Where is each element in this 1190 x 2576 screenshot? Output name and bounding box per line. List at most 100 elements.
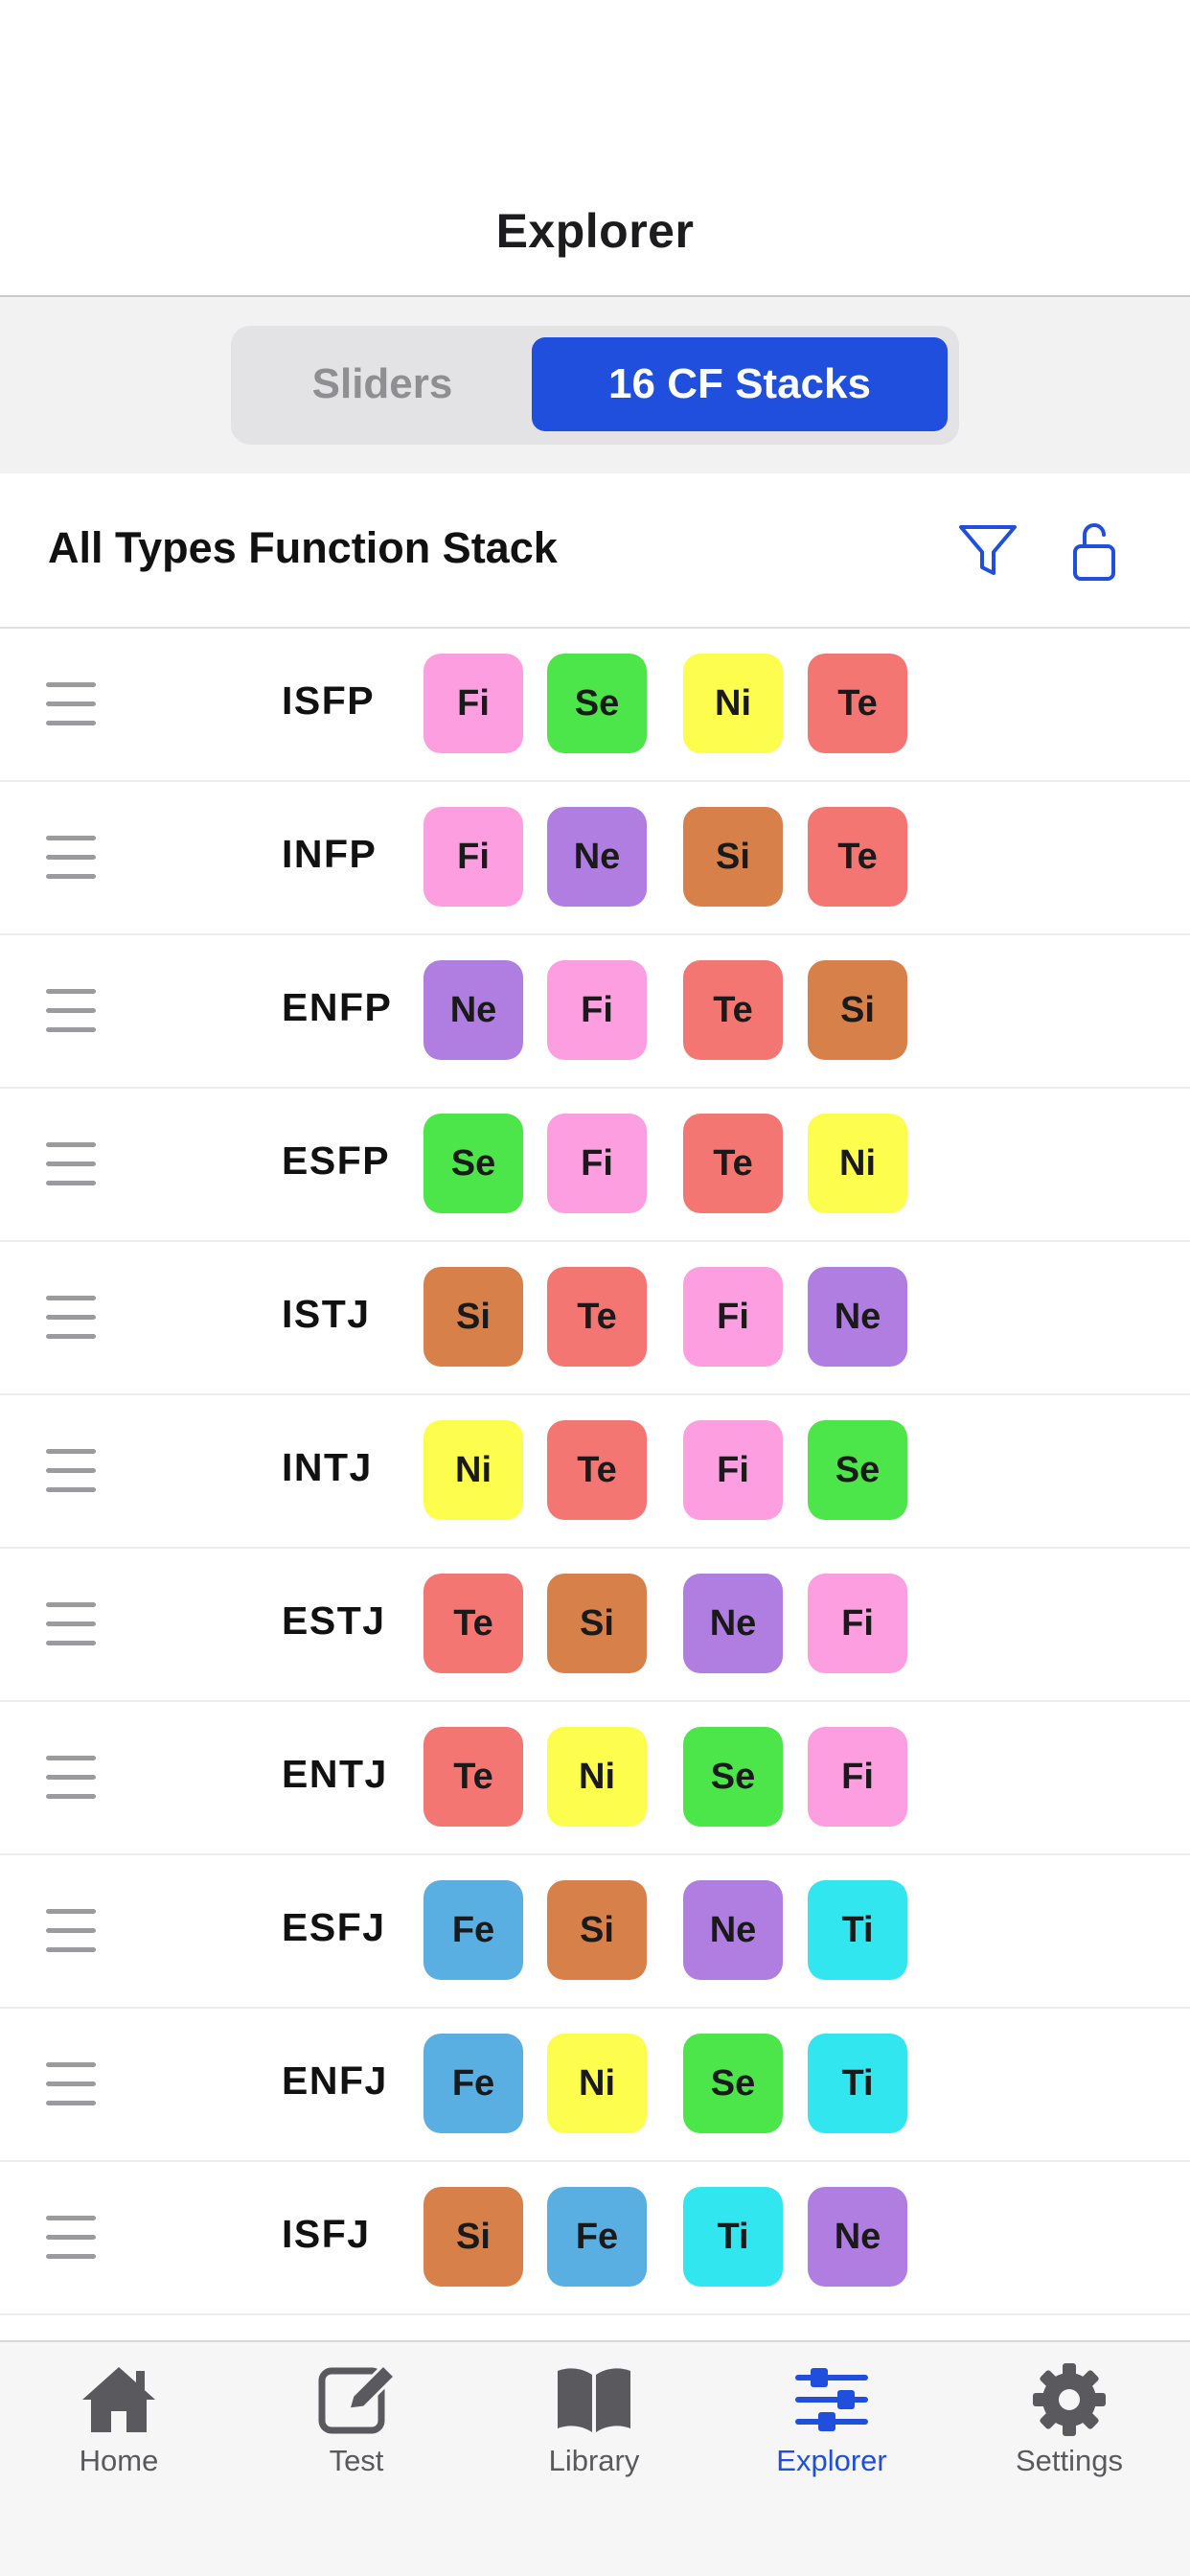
sliders-icon bbox=[795, 2368, 868, 2431]
type-row-enfj[interactable]: ENFJ Fe Ni Se Ti bbox=[0, 2009, 1190, 2162]
tab-bar: Home Test Library Explorer Settings bbox=[0, 2340, 1190, 2576]
tab-label-explorer: Explorer bbox=[776, 2444, 887, 2477]
function-badge-ne: Ne bbox=[547, 807, 647, 907]
function-badge-te: Te bbox=[808, 807, 907, 907]
function-badge-fi: Fi bbox=[683, 1420, 783, 1520]
segmented-control: Sliders 16 CF Stacks bbox=[231, 326, 959, 445]
tab-home[interactable]: Home bbox=[0, 2363, 238, 2497]
tab-explorer[interactable]: Explorer bbox=[713, 2363, 950, 2497]
function-badge-se: Se bbox=[808, 1420, 907, 1520]
tab-label-test: Test bbox=[329, 2444, 384, 2477]
function-badge-fi: Fi bbox=[423, 807, 523, 907]
segment-bar: Sliders 16 CF Stacks bbox=[0, 297, 1190, 473]
function-badge-ne: Ne bbox=[423, 960, 523, 1060]
type-label: ISFJ bbox=[282, 2212, 371, 2256]
function-badge-se: Se bbox=[683, 2034, 783, 2133]
drag-handle-icon[interactable] bbox=[46, 1602, 96, 1646]
type-row-esfp[interactable]: ESFP Se Fi Te Ni bbox=[0, 1089, 1190, 1242]
function-badge-si: Si bbox=[547, 1574, 647, 1673]
segment-cf-stacks[interactable]: 16 CF Stacks bbox=[532, 337, 948, 431]
tab-label-home: Home bbox=[79, 2444, 159, 2477]
type-label: INFP bbox=[282, 832, 378, 876]
function-badge-ni: Ni bbox=[808, 1114, 907, 1213]
function-badge-si: Si bbox=[547, 1880, 647, 1980]
home-icon bbox=[82, 2367, 155, 2432]
book-icon bbox=[558, 2368, 630, 2432]
function-badge-ne: Ne bbox=[808, 2187, 907, 2287]
drag-handle-icon[interactable] bbox=[46, 682, 96, 726]
edit-icon bbox=[318, 2363, 397, 2434]
function-badge-se: Se bbox=[423, 1114, 523, 1213]
type-label: ENFJ bbox=[282, 2058, 388, 2103]
function-badge-fi: Fi bbox=[808, 1727, 907, 1827]
type-row-infp[interactable]: INFP Fi Ne Si Te bbox=[0, 782, 1190, 935]
tab-label-library: Library bbox=[548, 2444, 640, 2477]
type-row-intj[interactable]: INTJ Ni Te Fi Se bbox=[0, 1395, 1190, 1549]
type-row-esfj[interactable]: ESFJ Fe Si Ne Ti bbox=[0, 1855, 1190, 2009]
function-badge-se: Se bbox=[683, 1727, 783, 1827]
unlock-icon[interactable] bbox=[1058, 514, 1131, 586]
function-badge-te: Te bbox=[423, 1574, 523, 1673]
type-label: ENTJ bbox=[282, 1752, 388, 1796]
function-badge-te: Te bbox=[683, 960, 783, 1060]
function-badge-ti: Ti bbox=[808, 2034, 907, 2133]
type-row-estj[interactable]: ESTJ Te Si Ne Fi bbox=[0, 1549, 1190, 1702]
drag-handle-icon[interactable] bbox=[46, 989, 96, 1033]
function-badge-ni: Ni bbox=[423, 1420, 523, 1520]
function-badge-ni: Ni bbox=[683, 654, 783, 753]
function-badge-ni: Ni bbox=[547, 1727, 647, 1827]
filter-icon[interactable] bbox=[951, 514, 1024, 586]
function-badge-si: Si bbox=[683, 807, 783, 907]
function-badge-fe: Fe bbox=[423, 1880, 523, 1980]
tab-label-settings: Settings bbox=[1015, 2444, 1123, 2477]
tab-test[interactable]: Test bbox=[238, 2363, 475, 2497]
function-badge-si: Si bbox=[423, 1267, 523, 1367]
type-label: ESTJ bbox=[282, 1598, 386, 1643]
segment-sliders[interactable]: Sliders bbox=[242, 337, 522, 431]
function-badge-se: Se bbox=[547, 654, 647, 753]
function-badge-te: Te bbox=[423, 1727, 523, 1827]
section-header: All Types Function Stack bbox=[0, 473, 1190, 629]
function-badge-fi: Fi bbox=[808, 1574, 907, 1673]
page-title: Explorer bbox=[495, 204, 695, 258]
function-badge-fi: Fi bbox=[547, 960, 647, 1060]
function-badge-si: Si bbox=[808, 960, 907, 1060]
tab-settings[interactable]: Settings bbox=[950, 2363, 1188, 2497]
function-badge-ne: Ne bbox=[808, 1267, 907, 1367]
drag-handle-icon[interactable] bbox=[46, 2062, 96, 2106]
type-row-enfp[interactable]: ENFP Ne Fi Te Si bbox=[0, 935, 1190, 1089]
section-title: All Types Function Stack bbox=[48, 523, 558, 572]
function-badge-si: Si bbox=[423, 2187, 523, 2287]
function-badge-te: Te bbox=[808, 654, 907, 753]
drag-handle-icon[interactable] bbox=[46, 2216, 96, 2260]
drag-handle-icon[interactable] bbox=[46, 1142, 96, 1186]
function-badge-te: Te bbox=[547, 1267, 647, 1367]
function-badge-ti: Ti bbox=[808, 1880, 907, 1980]
type-row-isfp[interactable]: ISFP Fi Se Ni Te bbox=[0, 629, 1190, 782]
function-badge-fi: Fi bbox=[423, 654, 523, 753]
type-label: ISTJ bbox=[282, 1292, 371, 1336]
type-row-istj[interactable]: ISTJ Si Te Fi Ne bbox=[0, 1242, 1190, 1395]
type-label: INTJ bbox=[282, 1445, 373, 1489]
type-row-entj[interactable]: ENTJ Te Ni Se Fi bbox=[0, 1702, 1190, 1855]
drag-handle-icon[interactable] bbox=[46, 836, 96, 880]
function-badge-fi: Fi bbox=[547, 1114, 647, 1213]
navigation-header: Explorer bbox=[0, 0, 1190, 297]
function-badge-fi: Fi bbox=[683, 1267, 783, 1367]
drag-handle-icon[interactable] bbox=[46, 1449, 96, 1493]
gear-icon bbox=[1033, 2363, 1106, 2436]
tab-library[interactable]: Library bbox=[475, 2363, 713, 2497]
drag-handle-icon[interactable] bbox=[46, 1756, 96, 1800]
type-label: ESFP bbox=[282, 1138, 391, 1183]
function-badge-fe: Fe bbox=[423, 2034, 523, 2133]
function-badge-ne: Ne bbox=[683, 1574, 783, 1673]
type-label: ESFJ bbox=[282, 1905, 386, 1949]
type-row-isfj[interactable]: ISFJ Si Fe Ti Ne bbox=[0, 2162, 1190, 2315]
type-label: ISFP bbox=[282, 678, 376, 723]
drag-handle-icon[interactable] bbox=[46, 1296, 96, 1340]
function-badge-ti: Ti bbox=[683, 2187, 783, 2287]
drag-handle-icon[interactable] bbox=[46, 1909, 96, 1953]
function-badge-te: Te bbox=[683, 1114, 783, 1213]
type-label: ENFP bbox=[282, 985, 393, 1029]
function-badge-fe: Fe bbox=[547, 2187, 647, 2287]
